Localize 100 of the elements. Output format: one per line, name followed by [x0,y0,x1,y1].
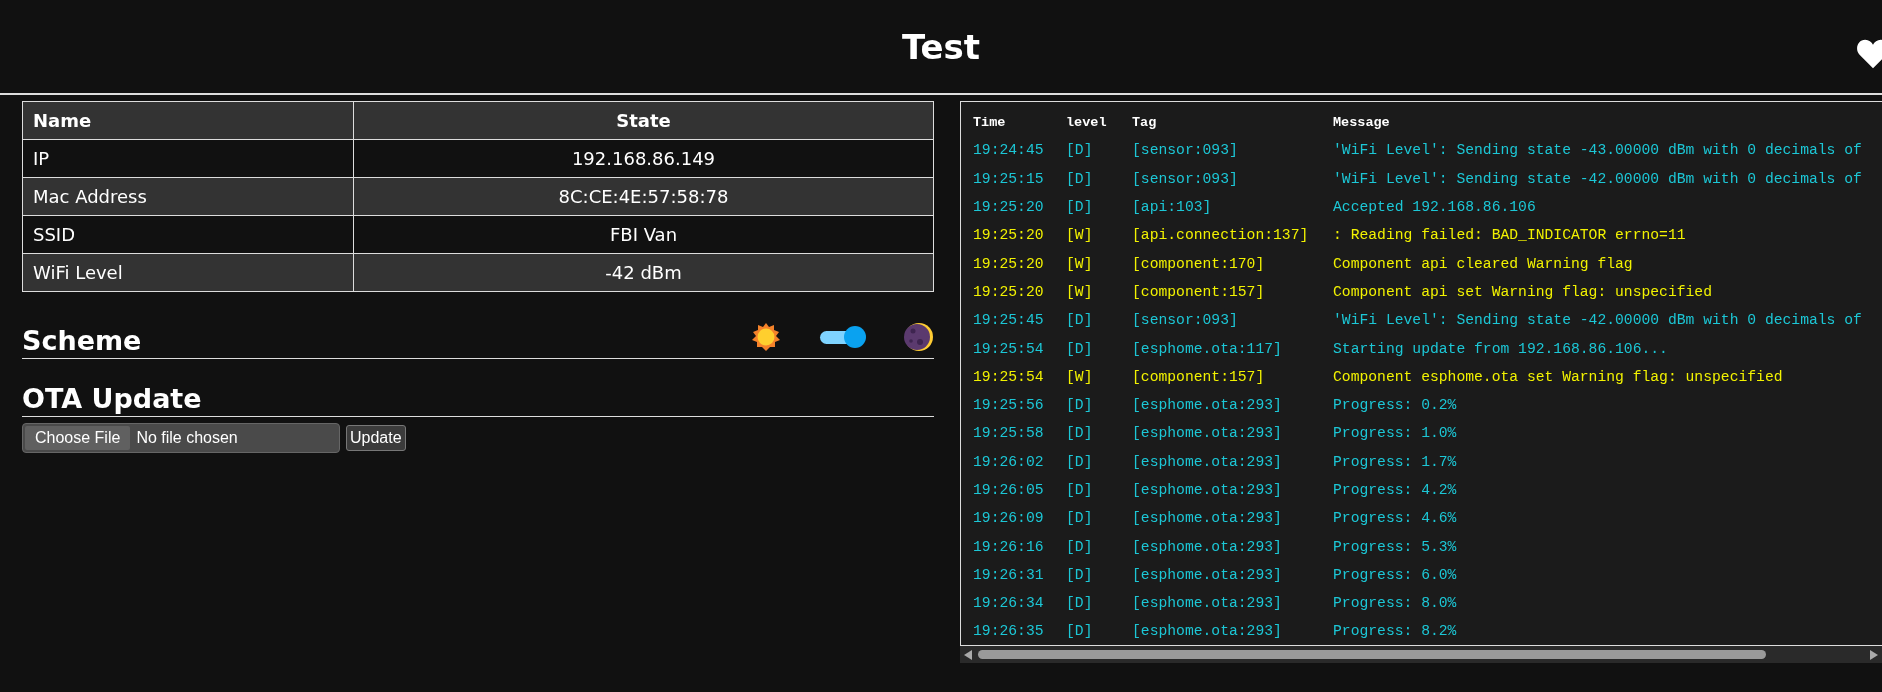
log-tag: [api.connection:137] [1132,227,1333,244]
log-level: [W] [1066,368,1094,385]
log-level: [D] [1066,453,1094,470]
log-time: 19:26:35 [973,623,1045,640]
log-tag: [esphome.ota:293] [1132,623,1333,640]
log-level: [D] [1066,595,1094,612]
table-cell: IP [22,139,354,178]
choose-file-button[interactable]: Choose File [25,426,131,450]
log-level: [D] [1066,397,1094,414]
log-message: Progress: 0.2% [1333,397,1458,414]
log-time: 19:25:20 [973,199,1045,216]
log-time: 19:25:45 [973,312,1045,329]
log-time: 19:25:56 [973,397,1045,414]
log-level: [D] [1066,142,1094,159]
table-cell: WiFi Level [22,253,354,292]
log-level: [W] [1066,283,1094,300]
section-heading: OTA Update [22,383,203,414]
sun-icon [752,323,780,351]
table-cell: 8C:CE:4E:57:58:78 [353,177,934,216]
log-time: 19:26:05 [973,482,1045,498]
log-message: Component esphome.ota set Warning flag: unspecified [1333,368,1784,385]
file-status: No file chosen [136,429,238,447]
scroll-right-icon[interactable] [1870,649,1878,660]
column-header: Time [973,114,1007,130]
log-time: 19:25:54 [973,368,1045,385]
theme-toggle[interactable] [818,326,866,348]
log-time: 19:25:15 [973,170,1045,187]
log-message: : Reading failed: BAD_INDICATOR errno=11 [1333,227,1687,244]
log-level: [W] [1066,255,1094,272]
log-time: 19:25:20 [973,255,1045,272]
log-message: Component api set Warning flag: unspecified [1333,283,1713,300]
log-level: [D] [1066,312,1094,329]
log-time: 19:24:45 [973,142,1045,159]
log-level: [D] [1066,566,1094,583]
log-message: Progress: 6.0% [1333,566,1458,583]
log-tag: [component:157] [1132,283,1333,300]
log-time: 19:25:20 [973,283,1045,300]
log-tag: [sensor:093] [1132,170,1333,187]
moon-icon [904,322,934,352]
log-time: 19:26:09 [973,510,1045,527]
log-level: [D] [1066,510,1094,527]
log-tag: [esphome.ota:293] [1132,538,1333,555]
page-title: Test [901,26,981,67]
log-tag: [component:170] [1132,255,1333,272]
log-message: 'WiFi Level': Sending state -42.00000 dBm with 0 decimals of [1333,170,1863,187]
log-level: [D] [1066,340,1094,357]
table-cell: SSID [22,215,354,254]
log-message: Progress: 4.2% [1333,482,1458,498]
log-tag: [api:103] [1132,199,1333,216]
update-button[interactable]: Update [346,425,406,451]
log-tag: [esphome.ota:293] [1132,595,1333,612]
log-time: 19:25:54 [973,340,1045,357]
table-cell: -42 dBm [353,253,934,292]
log-message: 'WiFi Level': Sending state -42.00000 dBm with 0 decimals of [1333,312,1863,329]
heart-icon[interactable] [1856,38,1882,70]
log-message: Progress: 8.0% [1333,595,1458,612]
log-time: 19:26:02 [973,453,1045,470]
log-tag: [esphome.ota:293] [1132,453,1333,470]
log-message: Progress: 5.3% [1333,538,1458,555]
scroll-left-icon[interactable] [964,649,972,660]
table-cell: 192.168.86.149 [353,139,934,178]
column-header: level [1066,114,1108,130]
log-tag: [esphome.ota:293] [1132,482,1333,498]
log-level: [D] [1066,482,1094,498]
log-time: 19:26:16 [973,538,1045,555]
column-header: Name [22,101,354,140]
log-message: Accepted 192.168.86.106 [1333,199,1537,216]
log-time: 19:25:58 [973,425,1045,442]
scrollbar-thumb[interactable] [978,650,1766,659]
section-heading: Scheme [22,325,143,356]
log-message: Progress: 1.0% [1333,425,1458,442]
table-cell: FBI Van [353,215,934,254]
log-time: 19:26:34 [973,595,1045,612]
log-level: [D] [1066,170,1094,187]
log-tag: [esphome.ota:293] [1132,397,1333,414]
column-header: State [353,101,934,140]
log-level: [D] [1066,538,1094,555]
log-time: 19:26:31 [973,566,1045,583]
log-message: Progress: 1.7% [1333,453,1458,470]
log-level: [W] [1066,227,1094,244]
log-message: Starting update from 192.168.86.106... [1333,340,1669,357]
log-tag: [esphome.ota:293] [1132,510,1333,527]
log-tag: [sensor:093] [1132,142,1333,159]
file-input[interactable]: Choose File No file chosen [22,423,340,453]
log-level: [D] [1066,199,1094,216]
log-message: Component api cleared Warning flag [1333,255,1634,272]
log-tag: [esphome.ota:117] [1132,340,1333,357]
log-message: Progress: 4.6% [1333,510,1458,527]
log-tag: [sensor:093] [1132,312,1333,329]
table-cell: Mac Address [22,177,354,216]
log-tag: [component:157] [1132,368,1333,385]
column-header: Message [1333,114,1391,130]
horizontal-scrollbar[interactable] [960,646,1882,663]
log-time: 19:25:20 [973,227,1045,244]
log-tag: [esphome.ota:293] [1132,566,1333,583]
log-message: Progress: 8.2% [1333,623,1458,640]
log-level: [D] [1066,623,1094,640]
log-message: 'WiFi Level': Sending state -43.00000 dBm with 0 decimals of [1333,142,1863,159]
log-tag: [esphome.ota:293] [1132,425,1333,442]
column-header: Tag [1132,114,1158,130]
